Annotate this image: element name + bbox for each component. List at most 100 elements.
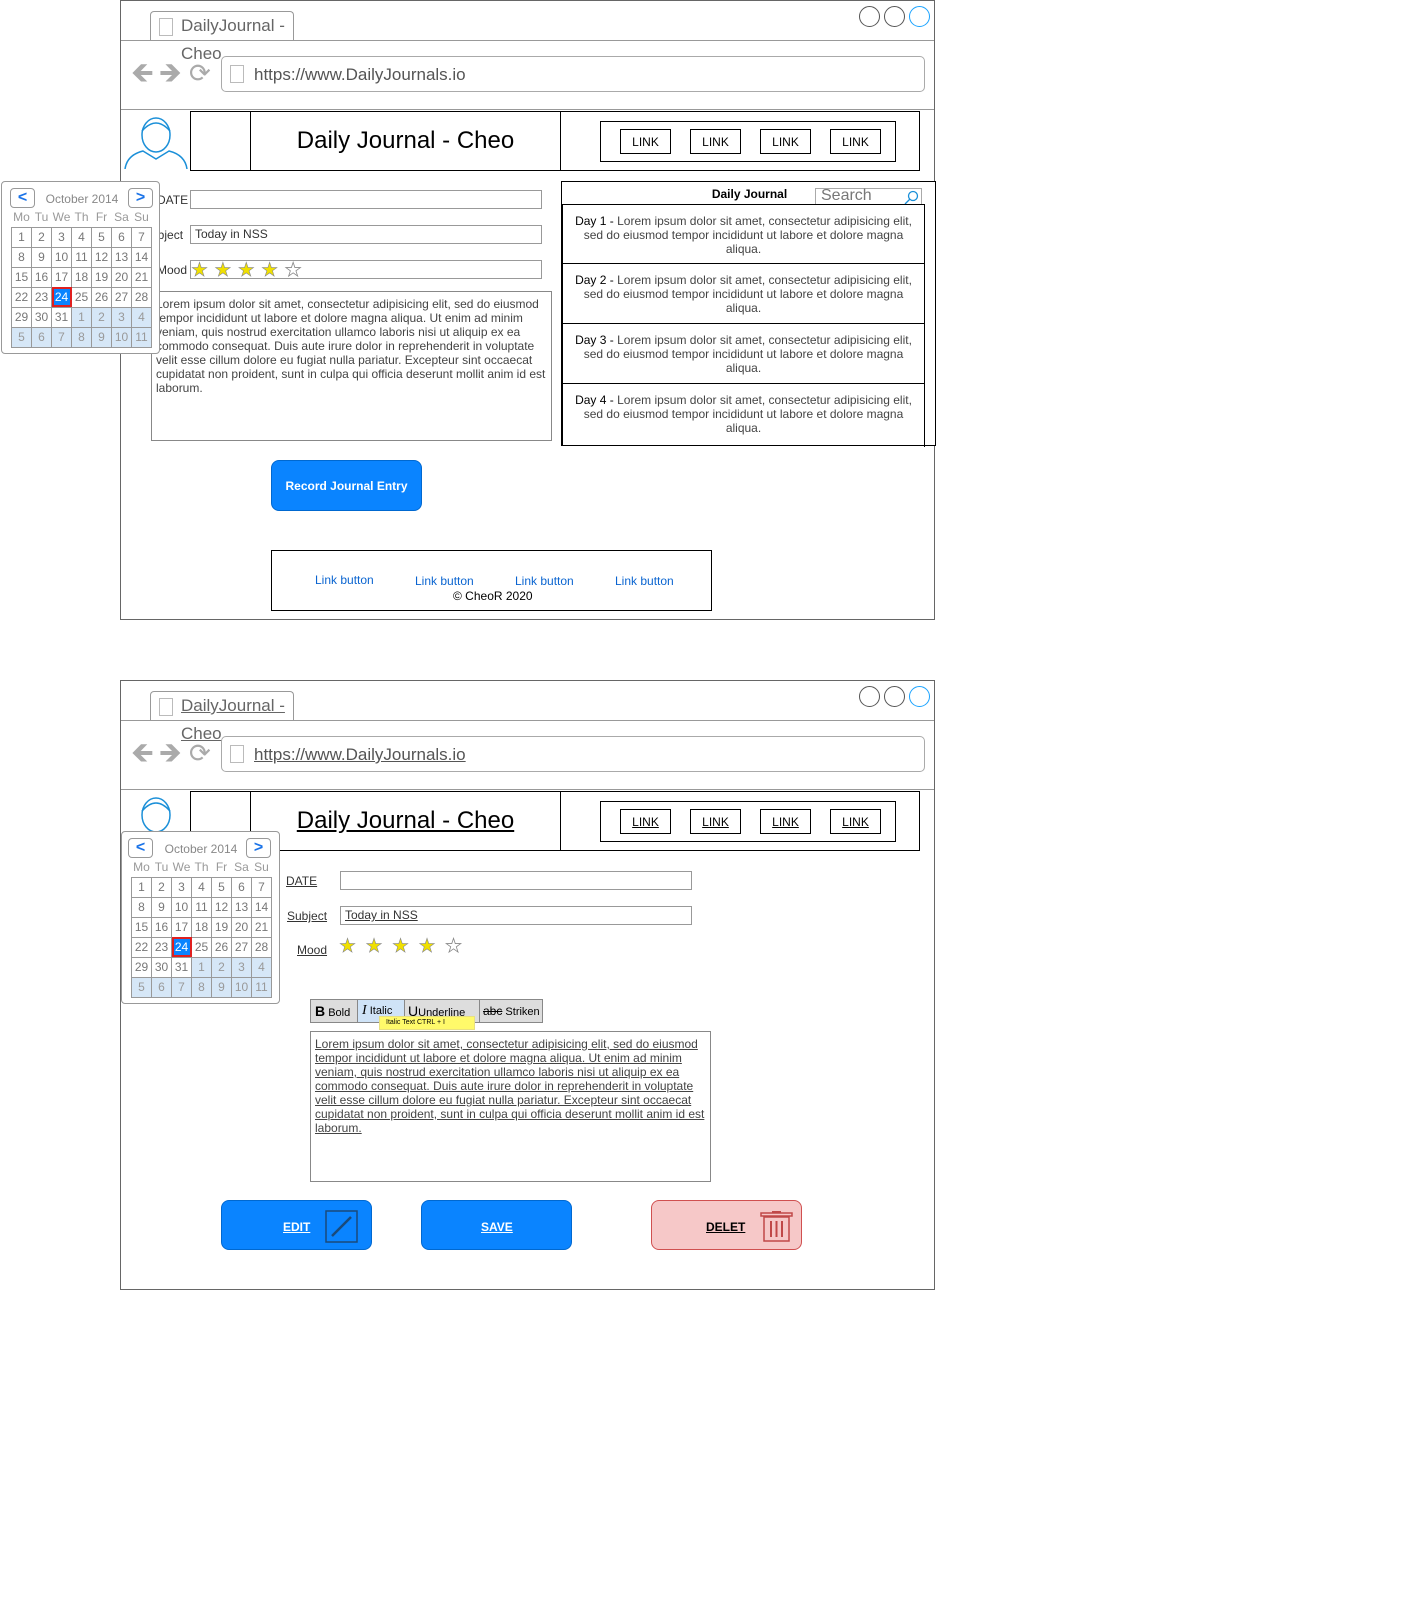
calendar-day[interactable]: 1 [191, 956, 212, 978]
user-avatar-icon[interactable] [123, 117, 189, 169]
mood-rating[interactable]: ★ ★ ★ ★ ★ [339, 937, 479, 959]
calendar-day[interactable]: 25 [191, 936, 212, 958]
maximize-icon[interactable] [884, 686, 905, 707]
calendar-day[interactable]: 16 [31, 266, 52, 288]
calendar-day[interactable]: 21 [251, 916, 272, 938]
calendar-day[interactable]: 10 [171, 896, 192, 918]
close-icon[interactable] [909, 686, 930, 707]
subject-input[interactable]: Today in NSS [340, 906, 692, 925]
calendar-day[interactable]: 19 [91, 266, 112, 288]
calendar-day[interactable]: 6 [231, 876, 252, 898]
calendar-day[interactable]: 5 [211, 876, 232, 898]
close-icon[interactable] [909, 6, 930, 27]
calendar-day[interactable]: 4 [131, 306, 152, 328]
journal-body-textarea[interactable]: Lorem ipsum dolor sit amet, consectetur … [310, 1031, 711, 1182]
nav-link-3[interactable]: LINK [760, 809, 811, 834]
calendar-day[interactable]: 27 [231, 936, 252, 958]
calendar-day[interactable]: 26 [91, 286, 112, 308]
star-icon-3[interactable]: ★ [392, 936, 410, 957]
back-arrow-icon[interactable]: 🡸 [131, 739, 154, 767]
calendar-day[interactable]: 9 [31, 246, 52, 268]
footer-link-2[interactable]: Link button [415, 574, 474, 588]
star-icon-1[interactable]: ★ [339, 936, 357, 957]
search-input[interactable]: Search [821, 187, 872, 205]
calendar-day[interactable]: 7 [51, 326, 72, 348]
star-icon-5[interactable]: ★ [284, 260, 302, 281]
journal-body-textarea[interactable]: Lorem ipsum dolor sit amet, consectetur … [151, 291, 552, 441]
calendar-day[interactable]: 3 [111, 306, 132, 328]
calendar-day[interactable]: 27 [111, 286, 132, 308]
star-icon-2[interactable]: ★ [214, 260, 232, 281]
minimize-icon[interactable] [859, 686, 880, 707]
calendar-day[interactable]: 17 [51, 266, 72, 288]
calendar-day[interactable]: 12 [91, 246, 112, 268]
calendar-day[interactable]: 2 [91, 306, 112, 328]
calendar-day[interactable]: 7 [251, 876, 272, 898]
calendar-day[interactable]: 5 [131, 976, 152, 998]
calendar-day[interactable]: 5 [91, 226, 112, 248]
calendar-day[interactable]: 18 [71, 266, 92, 288]
calendar-day[interactable]: 4 [71, 226, 92, 248]
calendar-day[interactable]: 9 [211, 976, 232, 998]
calendar-day[interactable]: 2 [211, 956, 232, 978]
calendar-day[interactable]: 15 [11, 266, 32, 288]
calendar-day[interactable]: 8 [71, 326, 92, 348]
calendar-day-selected[interactable]: 24 [51, 286, 72, 308]
calendar-day[interactable]: 20 [111, 266, 132, 288]
star-icon-3[interactable]: ★ [237, 260, 255, 281]
calendar-day[interactable]: 7 [131, 226, 152, 248]
nav-link-2[interactable]: LINK [690, 809, 741, 834]
url-bar[interactable]: https://www.DailyJournals.io [221, 736, 925, 772]
forward-arrow-icon[interactable]: 🡺 [159, 739, 182, 767]
calendar-day[interactable]: 3 [51, 226, 72, 248]
calendar-day[interactable]: 22 [131, 936, 152, 958]
maximize-icon[interactable] [884, 6, 905, 27]
edit-button[interactable]: EDIT [221, 1200, 372, 1250]
calendar-day[interactable]: 8 [191, 976, 212, 998]
nav-link-1[interactable]: LINK [620, 809, 671, 834]
calendar-day[interactable]: 20 [231, 916, 252, 938]
calendar-day[interactable]: 31 [51, 306, 72, 328]
bold-button[interactable]: B Bold [310, 999, 358, 1023]
journal-entry-2[interactable]: Day 2 - Lorem ipsum dolor sit amet, cons… [562, 264, 925, 324]
calendar-day[interactable]: 30 [31, 306, 52, 328]
journal-entry-1[interactable]: Day 1 - Lorem ipsum dolor sit amet, cons… [562, 204, 925, 264]
calendar-day[interactable]: 22 [11, 286, 32, 308]
save-button[interactable]: SAVE [421, 1200, 572, 1250]
calendar-day[interactable]: 16 [151, 916, 172, 938]
calendar-day[interactable]: 6 [111, 226, 132, 248]
reload-icon[interactable]: ⟳ [189, 59, 211, 87]
star-icon-4[interactable]: ★ [418, 936, 436, 957]
calendar-prev-button[interactable]: < [128, 838, 153, 858]
calendar-day[interactable]: 15 [131, 916, 152, 938]
calendar-day[interactable]: 14 [251, 896, 272, 918]
back-arrow-icon[interactable]: 🡸 [131, 59, 154, 87]
calendar-day[interactable]: 25 [71, 286, 92, 308]
calendar-day[interactable]: 2 [151, 876, 172, 898]
calendar-day[interactable]: 13 [111, 246, 132, 268]
reload-icon[interactable]: ⟳ [189, 739, 211, 767]
calendar-day-selected[interactable]: 24 [171, 936, 192, 958]
calendar-day[interactable]: 10 [111, 326, 132, 348]
calendar-day[interactable]: 29 [11, 306, 32, 328]
minimize-icon[interactable] [859, 6, 880, 27]
delete-button[interactable]: DELET [651, 1200, 802, 1250]
nav-link-4[interactable]: LINK [830, 809, 881, 834]
date-input[interactable] [190, 190, 542, 209]
calendar-day[interactable]: 13 [231, 896, 252, 918]
nav-link-4[interactable]: LINK [830, 129, 881, 154]
calendar-day[interactable]: 6 [151, 976, 172, 998]
calendar-day[interactable]: 9 [91, 326, 112, 348]
forward-arrow-icon[interactable]: 🡺 [159, 59, 182, 87]
subject-input[interactable]: Today in NSS [190, 225, 542, 244]
calendar-day[interactable]: 2 [31, 226, 52, 248]
mood-rating[interactable]: ★ ★ ★ ★ ★ [190, 260, 542, 281]
calendar-day[interactable]: 21 [131, 266, 152, 288]
calendar-day[interactable]: 11 [251, 976, 272, 998]
browser-tab[interactable]: DailyJournal - Cheo [150, 691, 294, 743]
calendar-day[interactable]: 23 [151, 936, 172, 958]
journal-entry-4[interactable]: Day 4 - Lorem ipsum dolor sit amet, cons… [562, 384, 925, 446]
star-icon-4[interactable]: ★ [261, 260, 279, 281]
calendar-day[interactable]: 9 [151, 896, 172, 918]
calendar-day[interactable]: 28 [131, 286, 152, 308]
